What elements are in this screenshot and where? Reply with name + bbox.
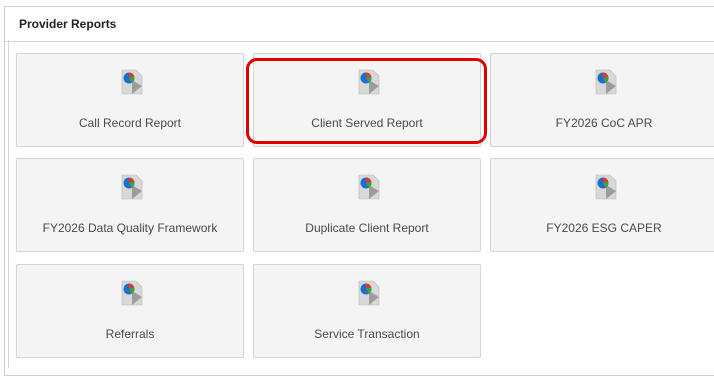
tile-label: Client Served Report bbox=[311, 116, 423, 130]
report-pie-chart-icon bbox=[595, 69, 617, 95]
tile-client-served-report[interactable]: Client Served Report bbox=[253, 53, 481, 147]
tile-duplicate-client-report[interactable]: Duplicate Client Report bbox=[253, 158, 481, 252]
tile-fy2026-data-quality-framework[interactable]: FY2026 Data Quality Framework bbox=[16, 158, 244, 252]
panel-header: Provider Reports bbox=[5, 7, 714, 42]
tile-fy2026-esg-caper[interactable]: FY2026 ESG CAPER bbox=[490, 158, 714, 252]
tile-label: Duplicate Client Report bbox=[305, 221, 429, 235]
tile-fy2026-coc-apr[interactable]: FY2026 CoC APR bbox=[490, 53, 714, 147]
tile-referrals[interactable]: Referrals bbox=[16, 264, 244, 358]
report-pie-chart-icon bbox=[358, 280, 380, 306]
panel-title: Provider Reports bbox=[19, 17, 117, 31]
tile-label: FY2026 ESG CAPER bbox=[546, 221, 662, 235]
report-pie-chart-icon bbox=[358, 69, 380, 95]
tile-label: Referrals bbox=[105, 327, 155, 341]
tile-call-record-report[interactable]: Call Record Report bbox=[16, 53, 244, 147]
report-pie-chart-icon bbox=[121, 69, 143, 95]
tile-service-transaction[interactable]: Service Transaction bbox=[253, 264, 481, 358]
report-pie-chart-icon bbox=[595, 174, 617, 200]
tile-label: Call Record Report bbox=[78, 116, 182, 130]
report-pie-chart-icon bbox=[358, 174, 380, 200]
report-pie-chart-icon bbox=[121, 174, 143, 200]
tile-label: FY2026 CoC APR bbox=[555, 116, 653, 130]
tile-label: Service Transaction bbox=[314, 327, 420, 341]
panel-left-divider bbox=[8, 40, 9, 368]
tile-label: FY2026 Data Quality Framework bbox=[42, 221, 218, 235]
report-pie-chart-icon bbox=[121, 280, 143, 306]
